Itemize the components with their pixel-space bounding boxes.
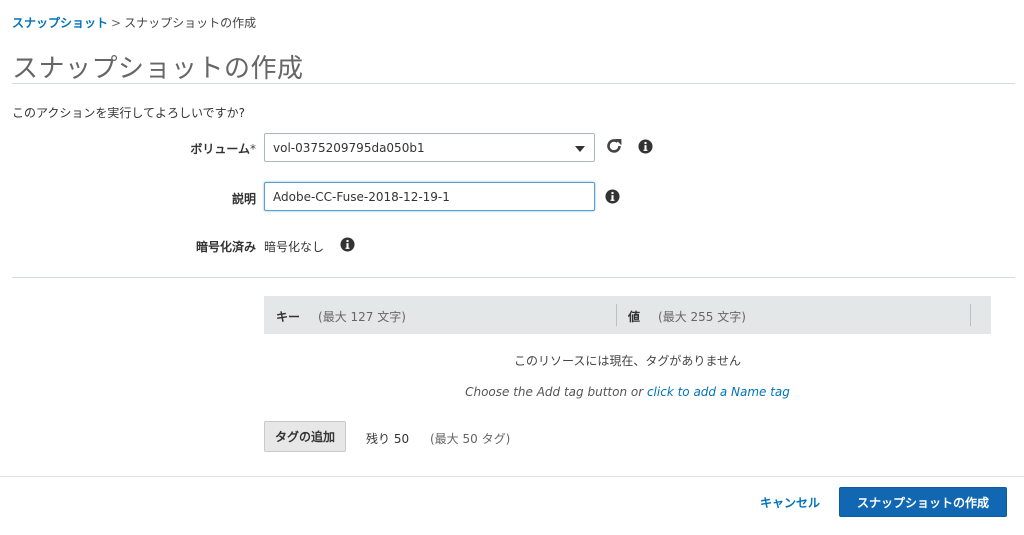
breadcrumb-separator: >: [111, 16, 122, 30]
tags-max: (最大 50 タグ): [430, 432, 511, 446]
info-icon[interactable]: [605, 189, 620, 204]
required-mark: *: [250, 142, 256, 156]
info-icon[interactable]: [340, 237, 355, 252]
key-column-header: キー (最大 127 文字): [276, 308, 406, 325]
description-input[interactable]: [264, 182, 595, 211]
volume-select-value: vol-0375209795da050b1: [273, 141, 425, 155]
section-divider: [12, 277, 1015, 278]
chevron-down-icon: [575, 146, 585, 152]
description-label: 説明: [231, 192, 256, 206]
encryption-label: 暗号化済み: [195, 240, 256, 254]
page-title: スナップショットの作成: [12, 54, 304, 84]
key-column-hint: (最大 127 文字): [318, 310, 406, 324]
value-column-label: 値: [628, 310, 641, 324]
title-divider: [12, 83, 1015, 84]
key-column-label: キー: [276, 310, 301, 324]
info-icon[interactable]: [638, 139, 653, 154]
add-tag-button[interactable]: タグの追加: [264, 421, 347, 452]
tags-remaining: 残り 50: [366, 432, 410, 446]
volume-label-text: ボリューム: [190, 142, 250, 156]
breadcrumb: スナップショット > スナップショットの作成: [12, 14, 256, 31]
cancel-button[interactable]: キャンセル: [760, 494, 820, 511]
value-column-hint: (最大 255 文字): [658, 310, 746, 324]
add-tag-hint-text: Choose the Add tag button or: [465, 385, 647, 399]
add-tag-hint: Choose the Add tag button or click to ad…: [264, 385, 991, 399]
footer-divider: [0, 476, 1024, 477]
column-divider: [970, 304, 971, 326]
breadcrumb-snapshots-link[interactable]: スナップショット: [12, 16, 108, 30]
tag-table-header: キー (最大 127 文字) 値 (最大 255 文字): [264, 296, 991, 334]
encryption-value: 暗号化なし: [264, 240, 325, 254]
column-divider: [616, 304, 617, 326]
add-name-tag-link[interactable]: click to add a Name tag: [647, 385, 790, 399]
value-column-header: 値 (最大 255 文字): [628, 308, 746, 325]
breadcrumb-current: スナップショットの作成: [124, 16, 257, 30]
volume-label: ボリューム*: [16, 140, 256, 157]
create-snapshot-button[interactable]: スナップショットの作成: [839, 487, 1007, 517]
confirmation-text: このアクションを実行してよろしいですか?: [12, 106, 246, 120]
refresh-icon[interactable]: [605, 137, 623, 155]
no-tags-message: このリソースには現在、タグがありません: [513, 354, 742, 368]
volume-select[interactable]: vol-0375209795da050b1: [264, 133, 595, 162]
